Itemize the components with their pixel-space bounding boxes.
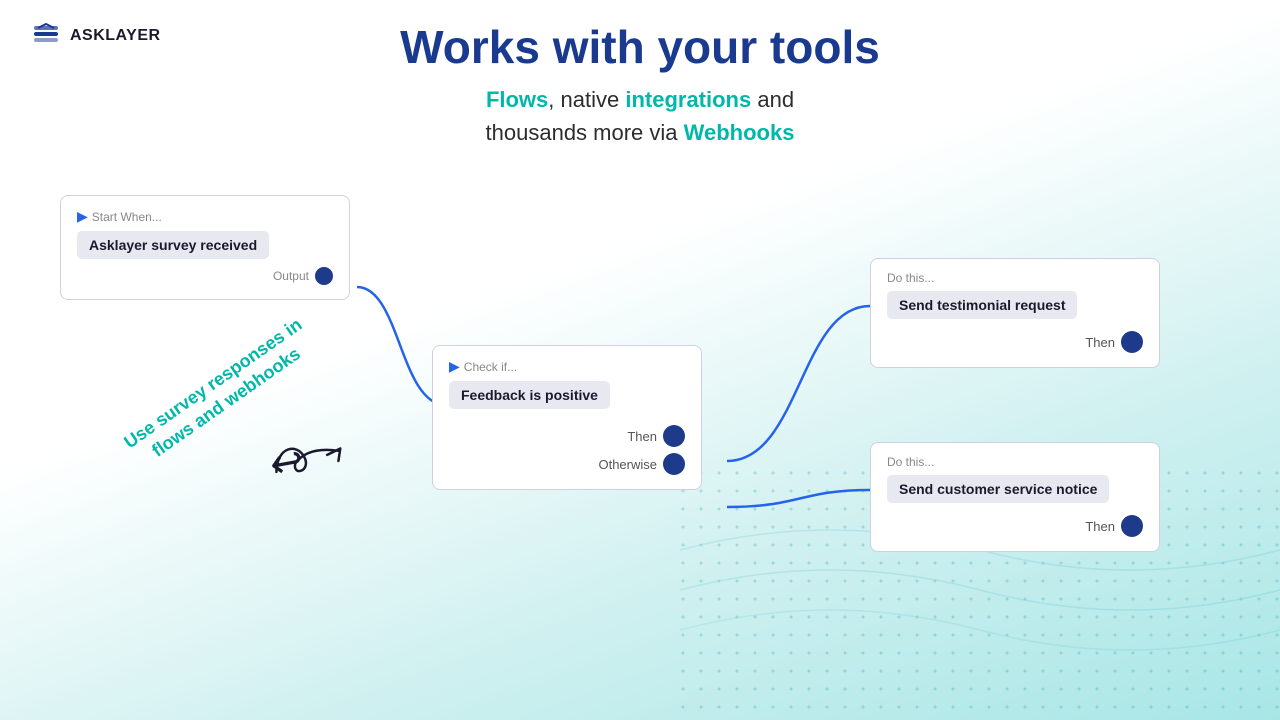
do-top-label: Do this... xyxy=(887,271,1143,285)
otherwise-label: Otherwise xyxy=(598,457,657,472)
check-chip: Feedback is positive xyxy=(449,381,610,409)
do-top-then-row: Then xyxy=(887,331,1143,353)
do-bottom-then-row: Then xyxy=(887,515,1143,537)
subtitle-flows: Flows xyxy=(486,87,548,112)
start-chip: Asklayer survey received xyxy=(77,231,269,259)
do-bottom-chip: Send customer service notice xyxy=(887,475,1109,503)
do-top-then-dot xyxy=(1121,331,1143,353)
do-top-then-label: Then xyxy=(1085,335,1115,350)
start-arrow-icon: ▶ xyxy=(77,208,88,225)
do-bottom-label: Do this... xyxy=(887,455,1143,469)
do-top-chip: Send testimonial request xyxy=(887,291,1077,319)
do-bottom-then-label: Then xyxy=(1085,519,1115,534)
diagonal-text: Use survey responses in flows and webhoo… xyxy=(116,311,323,476)
then-dot xyxy=(663,425,685,447)
start-box: ▶ Start When... Asklayer survey received… xyxy=(60,195,350,300)
check-arrow-icon: ▶ xyxy=(449,358,460,375)
then-row: Then xyxy=(449,425,685,447)
check-box: ▶ Check if... Feedback is positive Then … xyxy=(432,345,702,490)
start-box-label: ▶ Start When... xyxy=(77,208,333,225)
subtitle-integrations: integrations xyxy=(625,87,751,112)
do-bottom-box: Do this... Send customer service notice … xyxy=(870,442,1160,552)
do-top-box: Do this... Send testimonial request Then xyxy=(870,258,1160,368)
subtitle-webhooks: Webhooks xyxy=(684,120,795,145)
check-box-label: ▶ Check if... xyxy=(449,358,685,375)
subtitle-text1: , native xyxy=(548,87,625,112)
then-label: Then xyxy=(627,429,657,444)
output-dot xyxy=(315,267,333,285)
curly-arrow-icon: ↩ xyxy=(266,437,307,488)
subtitle: Flows, native integrations andthousands … xyxy=(0,83,1280,149)
otherwise-dot xyxy=(663,453,685,475)
heading-area: Works with your tools Flows, native inte… xyxy=(0,20,1280,149)
do-bottom-then-dot xyxy=(1121,515,1143,537)
output-label: Output xyxy=(77,267,333,285)
main-title: Works with your tools xyxy=(0,20,1280,75)
otherwise-row: Otherwise xyxy=(449,453,685,475)
